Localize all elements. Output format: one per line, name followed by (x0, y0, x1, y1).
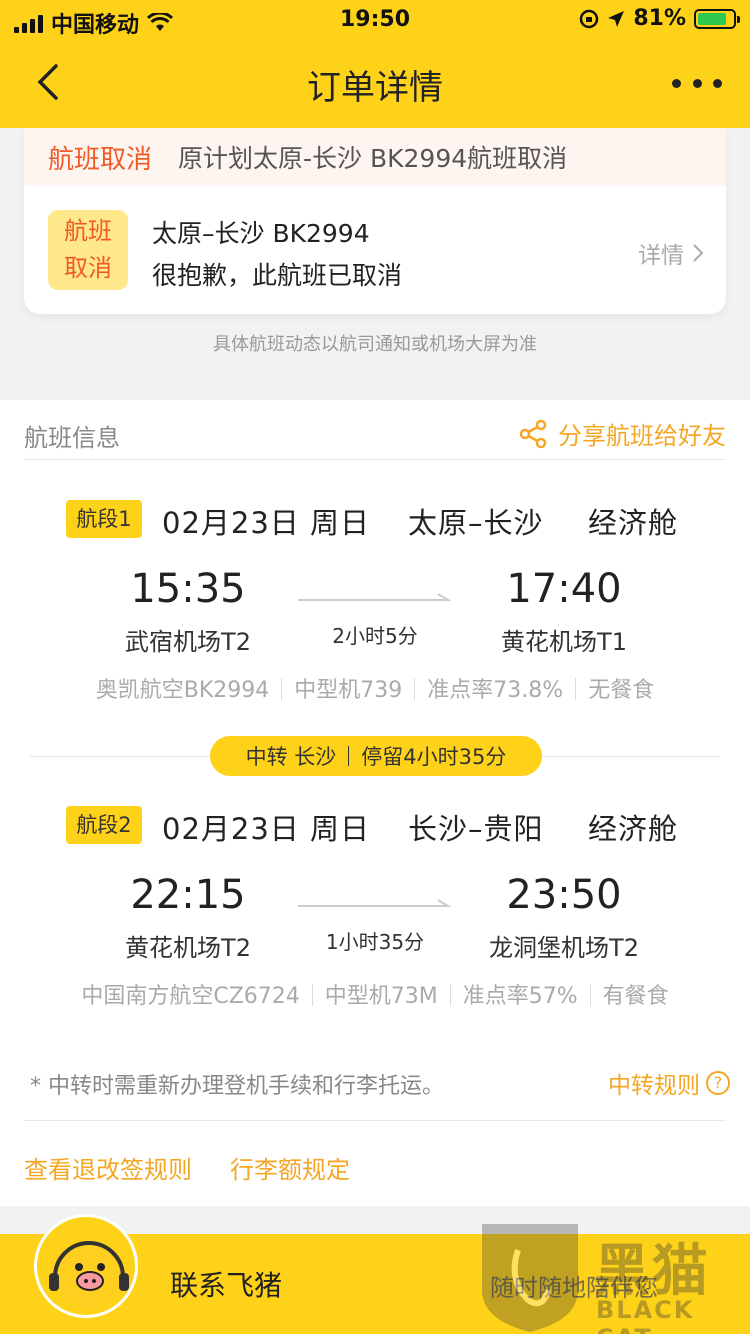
arrival-time: 23:50 (506, 872, 622, 918)
battery-percent: 81% (633, 6, 686, 31)
transfer-rules-label: 中转规则 (608, 1073, 700, 1099)
transfer-note: * 中转时需重新办理登机手续和行李托运。 (30, 1074, 444, 1099)
fliggy-mascot-avatar (34, 1214, 138, 1318)
aircraft-type: 中型机739 (294, 678, 403, 703)
share-flight-label: 分享航班给好友 (558, 422, 726, 450)
meal-info: 有餐食 (602, 984, 669, 1009)
cancel-message: 很抱歉，此航班已取消 (152, 261, 403, 290)
airline-flight: 中国南方航空CZ6724 (81, 984, 300, 1009)
share-flight-button[interactable]: 分享航班给好友 (518, 416, 726, 451)
departure-airport: 武宿机场T2 (125, 628, 251, 656)
policy-links: 查看退改签规则 行李额规定 (24, 1150, 350, 1185)
cancel-route: 太原–长沙 BK2994 (152, 219, 370, 248)
header: 中国移动 19:50 81% 订单详情 (0, 0, 750, 128)
transfer-pill: 中转 长沙 停留4小时35分 (210, 736, 542, 776)
segment-badge: 航段1 (66, 500, 142, 538)
arrival-time: 17:40 (506, 566, 622, 612)
flight-info-header: 航班信息 分享航班给好友 (24, 400, 726, 460)
flight-arrow-icon (298, 593, 452, 601)
transfer-rules-link[interactable]: 中转规则 ? (608, 1066, 730, 1100)
location-icon (608, 10, 625, 27)
lock-rotation-icon (580, 9, 599, 28)
segment-cabin: 经济舱 (588, 812, 679, 846)
flight-info-section: 航班信息 分享航班给好友 航段1 02月23日 周日 太原–长沙 经济舱 15:… (0, 400, 750, 1206)
cancel-notice-text: 原计划太原-长沙 BK2994航班取消 (178, 144, 568, 173)
cancel-card: 航班取消 原计划太原-长沙 BK2994航班取消 航班 取消 太原–长沙 BK2… (24, 128, 726, 314)
black-cat-logo-icon (482, 1224, 578, 1332)
more-icon[interactable] (672, 68, 722, 98)
departure-airport: 黄花机场T2 (125, 934, 251, 962)
detail-link[interactable]: 详情 (638, 236, 704, 270)
chevron-right-icon (693, 244, 704, 262)
cancel-flight-row[interactable]: 航班 取消 太原–长沙 BK2994 很抱歉，此航班已取消 详情 (24, 186, 726, 314)
watermark-brand-en: BLACK CAT (596, 1296, 695, 1334)
cancel-badge-line2: 取消 (64, 254, 112, 282)
battery-icon (694, 8, 740, 29)
transfer-stay: 停留4小时35分 (361, 745, 507, 769)
cancel-tag: 航班取消 (48, 144, 153, 175)
detail-link-label: 详情 (638, 243, 684, 269)
flight-info-title: 航班信息 (24, 424, 120, 452)
flight-duration: 2小时5分 (332, 624, 418, 648)
divider (24, 1120, 726, 1121)
refund-rules-link[interactable]: 查看退改签规则 (24, 1150, 192, 1185)
airline-flight: 奥凯航空BK2994 (95, 678, 270, 703)
departure-time: 15:35 (130, 566, 246, 612)
cancel-badge: 航班 取消 (48, 210, 128, 290)
ontime-rate: 准点率57% (462, 984, 578, 1009)
contact-label: 联系飞猪 (170, 1269, 283, 1302)
segment-date: 02月23日 周日 (162, 812, 371, 846)
departure-time: 22:15 (130, 872, 246, 918)
watermark-brand: 黑猫 (594, 1239, 710, 1304)
black-cat-watermark: 黑猫 BLACK CAT (478, 1220, 750, 1334)
segment-cabin: 经济舱 (588, 506, 679, 540)
baggage-link[interactable]: 行李额规定 (230, 1150, 350, 1185)
ontime-rate: 准点率73.8% (427, 678, 564, 703)
arrival-airport: 黄花机场T1 (501, 628, 627, 656)
segment-route: 太原–长沙 (408, 506, 544, 540)
status-hint: 具体航班动态以航司通知或机场大屏为准 (213, 334, 537, 355)
transfer-city: 中转 长沙 (245, 745, 337, 769)
flight-meta: 奥凯航空BK2994 中型机739 准点率73.8% 无餐食 (0, 672, 750, 704)
question-icon: ? (706, 1071, 730, 1095)
cancel-badge-line1: 航班 (64, 217, 112, 245)
status-bar: 中国移动 19:50 81% (0, 0, 750, 40)
flight-segment-1[interactable]: 航段1 02月23日 周日 太原–长沙 经济舱 15:35 武宿机场T2 2小时… (0, 500, 750, 710)
meal-info: 无餐食 (588, 678, 655, 703)
flight-arrow-icon (298, 899, 452, 907)
flight-segment-2[interactable]: 航段2 02月23日 周日 长沙–贵阳 经济舱 22:15 黄花机场T2 1小时… (0, 806, 750, 1016)
flight-duration: 1小时35分 (325, 930, 425, 954)
segment-badge: 航段2 (66, 806, 142, 844)
segment-date: 02月23日 周日 (162, 506, 371, 540)
arrival-airport: 龙洞堡机场T2 (489, 934, 639, 962)
cancel-notice: 航班取消 原计划太原-长沙 BK2994航班取消 (24, 128, 726, 186)
segment-route: 长沙–贵阳 (408, 812, 544, 846)
nav-bar: 订单详情 (0, 40, 750, 128)
page-title: 订单详情 (307, 68, 443, 108)
aircraft-type: 中型机73M (324, 984, 438, 1009)
share-icon (519, 419, 547, 448)
flight-meta: 中国南方航空CZ6724 中型机73M 准点率57% 有餐食 (0, 978, 750, 1010)
